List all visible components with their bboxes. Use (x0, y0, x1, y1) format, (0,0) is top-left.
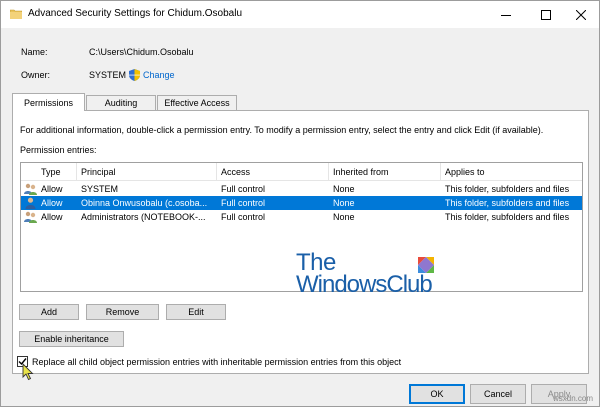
user-icon (25, 197, 36, 209)
tab-permissions-label: Permissions (23, 97, 73, 108)
owner-value: SYSTEM (89, 70, 127, 80)
cell-type: Allow (41, 184, 63, 194)
list-header: Type Principal Access Inherited from App… (21, 163, 582, 181)
cell-principal: Obinna Onwusobalu (c.osoba... (81, 198, 208, 208)
remove-button-label: Remove (105, 307, 140, 317)
column-header-access[interactable]: Access (217, 163, 329, 181)
cell-applies: This folder, subfolders and files (445, 212, 570, 222)
owner-label: Owner: (21, 70, 51, 80)
cancel-button[interactable]: Cancel (470, 384, 526, 404)
cell-type: Allow (41, 198, 63, 208)
cell-inherited: None (333, 198, 355, 208)
cell-type: Allow (41, 212, 63, 222)
add-button-label: Add (40, 307, 57, 317)
close-icon (576, 9, 586, 20)
title-bar[interactable]: Advanced Security Settings for Chidum.Os… (1, 1, 599, 28)
tab-effective-access-label: Effective Access (164, 98, 230, 108)
replace-child-permissions-label[interactable]: Replace all child object permission entr… (32, 357, 401, 367)
column-access-label: Access (221, 167, 251, 177)
permission-entries-label: Permission entries: (20, 145, 97, 155)
ok-button[interactable]: OK (409, 384, 465, 404)
cell-principal: Administrators (NOTEBOOK-... (81, 212, 206, 222)
edit-button[interactable]: Edit (166, 304, 226, 320)
cell-applies: This folder, subfolders and files (445, 198, 570, 208)
column-applies-label: Applies to (445, 167, 485, 177)
tab-auditing[interactable]: Auditing (86, 95, 156, 110)
column-inherited-label: Inherited from (333, 167, 389, 177)
remove-button[interactable]: Remove (86, 304, 159, 320)
watermark-logo: The WindowsClub (288, 249, 438, 299)
column-header-applies[interactable]: Applies to (441, 163, 582, 181)
mouse-pointer-icon (22, 363, 34, 381)
name-value: C:\Users\Chidum.Osobalu (89, 47, 194, 57)
cell-inherited: None (333, 184, 355, 194)
uac-shield-icon (129, 69, 140, 81)
windows-club-logo-icon (418, 257, 434, 273)
cell-applies: This folder, subfolders and files (445, 184, 570, 194)
tab-permissions[interactable]: Permissions (12, 93, 85, 111)
table-row[interactable]: Allow Administrators (NOTEBOOK-... Full … (21, 210, 582, 224)
minimize-button[interactable] (489, 1, 523, 28)
site-watermark: wsxdn.com (552, 394, 593, 403)
maximize-button[interactable] (529, 1, 563, 28)
cancel-button-label: Cancel (483, 389, 512, 399)
user-group-icon (24, 183, 37, 195)
table-row[interactable]: Allow SYSTEM Full control None This fold… (21, 182, 582, 196)
info-text: For additional information, double-click… (20, 125, 544, 135)
cell-access: Full control (221, 184, 266, 194)
column-type-label: Type (41, 167, 61, 177)
change-link-label[interactable]: Change (143, 70, 175, 80)
cell-principal: SYSTEM (81, 184, 119, 194)
edit-button-label: Edit (188, 307, 204, 317)
tab-auditing-label: Auditing (104, 98, 138, 108)
cell-inherited: None (333, 212, 355, 222)
advanced-security-dialog: Advanced Security Settings for Chidum.Os… (0, 0, 600, 407)
replace-child-permissions-option[interactable]: Replace all child object permission entr… (17, 356, 401, 367)
user-group-icon (24, 211, 37, 223)
column-header-principal[interactable]: Principal (77, 163, 217, 181)
table-row-selected[interactable]: Allow Obinna Onwusobalu (c.osoba... Full… (21, 196, 582, 210)
name-label: Name: (21, 47, 48, 57)
ok-button-label: OK (430, 389, 444, 399)
enable-inheritance-button[interactable]: Enable inheritance (19, 331, 124, 347)
watermark-line2: WindowsClub (296, 271, 433, 298)
cell-access: Full control (221, 198, 266, 208)
enable-inheritance-label: Enable inheritance (34, 334, 109, 344)
close-button[interactable] (564, 1, 598, 28)
add-button[interactable]: Add (19, 304, 79, 320)
window-title: Advanced Security Settings for Chidum.Os… (28, 8, 242, 19)
folder-icon (10, 9, 22, 19)
maximize-icon (541, 9, 551, 20)
cell-access: Full control (221, 212, 266, 222)
column-header-type[interactable]: Type (37, 163, 77, 181)
column-header-inherited[interactable]: Inherited from (329, 163, 441, 181)
permissions-panel: For additional information, double-click… (12, 110, 589, 374)
column-principal-label: Principal (81, 167, 116, 177)
change-owner-link[interactable]: Change (129, 69, 175, 81)
minimize-icon (501, 14, 511, 16)
tab-effective-access[interactable]: Effective Access (157, 95, 237, 110)
